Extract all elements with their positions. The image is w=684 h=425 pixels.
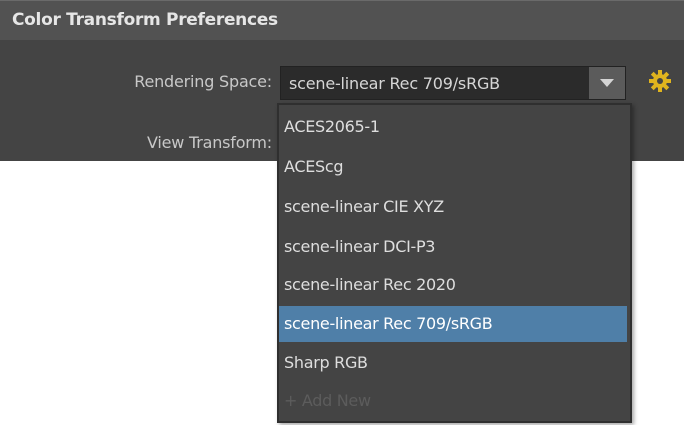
option-scene-linear-rec-2020[interactable]: scene-linear Rec 2020 (279, 267, 627, 303)
section-title: Color Transform Preferences (12, 10, 278, 30)
dropdown-toggle-button[interactable] (589, 67, 625, 99)
rendering-space-options-list: ACES2065-1 ACEScg scene-linear CIE XYZ s… (277, 103, 632, 423)
gear-icon[interactable] (648, 69, 672, 93)
option-scene-linear-dci-p3[interactable]: scene-linear DCI-P3 (279, 229, 627, 265)
option-scene-linear-rec-709-srgb[interactable]: scene-linear Rec 709/sRGB (279, 306, 627, 342)
chevron-down-icon (600, 79, 614, 87)
rendering-space-label: Rendering Space: (134, 72, 272, 91)
section-header[interactable]: Color Transform Preferences (0, 0, 684, 40)
rendering-space-dropdown[interactable]: scene-linear Rec 709/sRGB (280, 66, 626, 100)
rendering-space-value: scene-linear Rec 709/sRGB (289, 74, 500, 93)
option-scene-linear-cie-xyz[interactable]: scene-linear CIE XYZ (279, 189, 627, 225)
view-transform-label: View Transform: (146, 133, 272, 152)
option-sharp-rgb[interactable]: Sharp RGB (279, 345, 627, 381)
option-acescg[interactable]: ACEScg (279, 149, 627, 185)
option-add-new: + Add New (284, 391, 371, 410)
color-transform-preferences-window: Color Transform Preferences Rendering Sp… (0, 0, 684, 425)
option-aces2065-1[interactable]: ACES2065-1 (279, 109, 627, 145)
